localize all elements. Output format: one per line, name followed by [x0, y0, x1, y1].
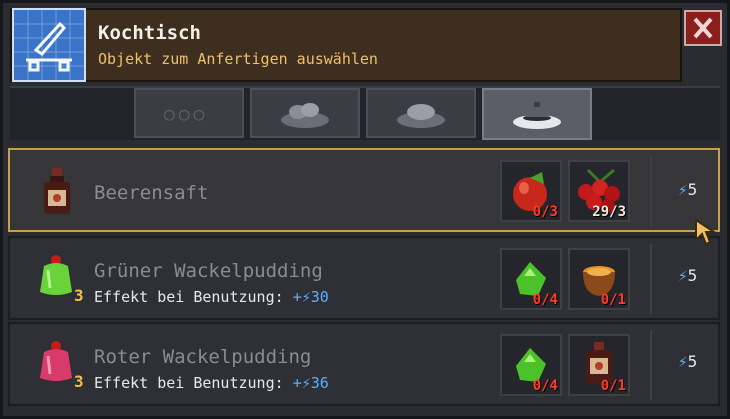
- ingredient-slot[interactable]: 0/4: [500, 334, 562, 396]
- recipe-row-beerensaft[interactable]: Beerensaft 0/3 29/3 ⚡5: [8, 148, 720, 232]
- ingredient-count: 0/1: [600, 378, 626, 394]
- header-bar: [10, 8, 682, 82]
- energy-icon: ⚡: [678, 352, 688, 371]
- effect-value: +⚡30: [292, 288, 329, 306]
- row-divider: [650, 330, 652, 400]
- energy-value: 5: [687, 266, 698, 285]
- effect-label: Effekt bei Benutzung:: [94, 288, 284, 306]
- ingredient-slot[interactable]: 29/3: [568, 160, 630, 222]
- ingredient-slot[interactable]: 0/4: [500, 248, 562, 310]
- energy-icon: ⚡: [678, 266, 688, 285]
- tab-dish[interactable]: [482, 88, 592, 140]
- recipe-row-gruener-wackelpudding[interactable]: 3 Grüner Wackelpudding Effekt bei Benutz…: [8, 236, 720, 320]
- recipe-row-roter-wackelpudding[interactable]: 3 Roter Wackelpudding Effekt bei Benutzu…: [8, 322, 720, 406]
- bread-plate-icon: [281, 103, 329, 128]
- tab-more[interactable]: ○○○: [134, 88, 244, 138]
- ingredient-count: 0/1: [600, 292, 626, 308]
- effect-line: Effekt bei Benutzung: +⚡36: [94, 374, 329, 392]
- energy-cost: ⚡5: [678, 180, 697, 199]
- close-icon: [693, 17, 713, 39]
- effect-line: Effekt bei Benutzung: +⚡30: [94, 288, 329, 306]
- meat-plate-icon: [397, 104, 445, 128]
- tab-bread[interactable]: [250, 88, 360, 138]
- ingredient-count: 0/3: [532, 204, 558, 220]
- energy-value: 5: [687, 180, 698, 199]
- ingredient-slot[interactable]: 0/1: [568, 334, 630, 396]
- row-divider: [650, 156, 652, 226]
- effect-label: Effekt bei Benutzung:: [94, 374, 284, 392]
- energy-value: 5: [687, 352, 698, 371]
- energy-cost: ⚡5: [678, 266, 697, 285]
- recipe-name: Grüner Wackelpudding: [94, 260, 323, 282]
- quantity-badge: 3: [74, 286, 84, 305]
- energy-cost: ⚡5: [678, 352, 697, 371]
- energy-icon: ⚡: [678, 180, 688, 199]
- ingredient-slot[interactable]: 0/1: [568, 248, 630, 310]
- red-jelly-icon: [40, 341, 72, 381]
- page-subtitle: Objekt zum Anfertigen auswählen: [98, 50, 378, 68]
- row-divider: [650, 244, 652, 314]
- ingredient-count: 0/4: [532, 292, 558, 308]
- juice-bottle-icon: [44, 168, 70, 214]
- ingredient-slot[interactable]: 0/3: [500, 160, 562, 222]
- close-button[interactable]: [684, 10, 722, 46]
- ellipsis-icon: ○○○: [164, 104, 209, 125]
- quantity-badge: 3: [74, 372, 84, 391]
- covered-dish-icon: [513, 102, 561, 129]
- green-jelly-icon: [40, 255, 72, 295]
- mouse-cursor-icon: [695, 218, 716, 246]
- blueprint-saw-icon: [12, 8, 86, 82]
- tab-meat[interactable]: [366, 88, 476, 138]
- recipe-name: Roter Wackelpudding: [94, 346, 312, 368]
- effect-value: +⚡36: [292, 374, 329, 392]
- page-title: Kochtisch: [98, 22, 201, 44]
- recipe-name: Beerensaft: [94, 182, 209, 204]
- category-tab-bar: ○○○: [10, 86, 720, 140]
- ingredient-count: 29/3: [592, 204, 626, 220]
- ingredient-count: 0/4: [532, 378, 558, 394]
